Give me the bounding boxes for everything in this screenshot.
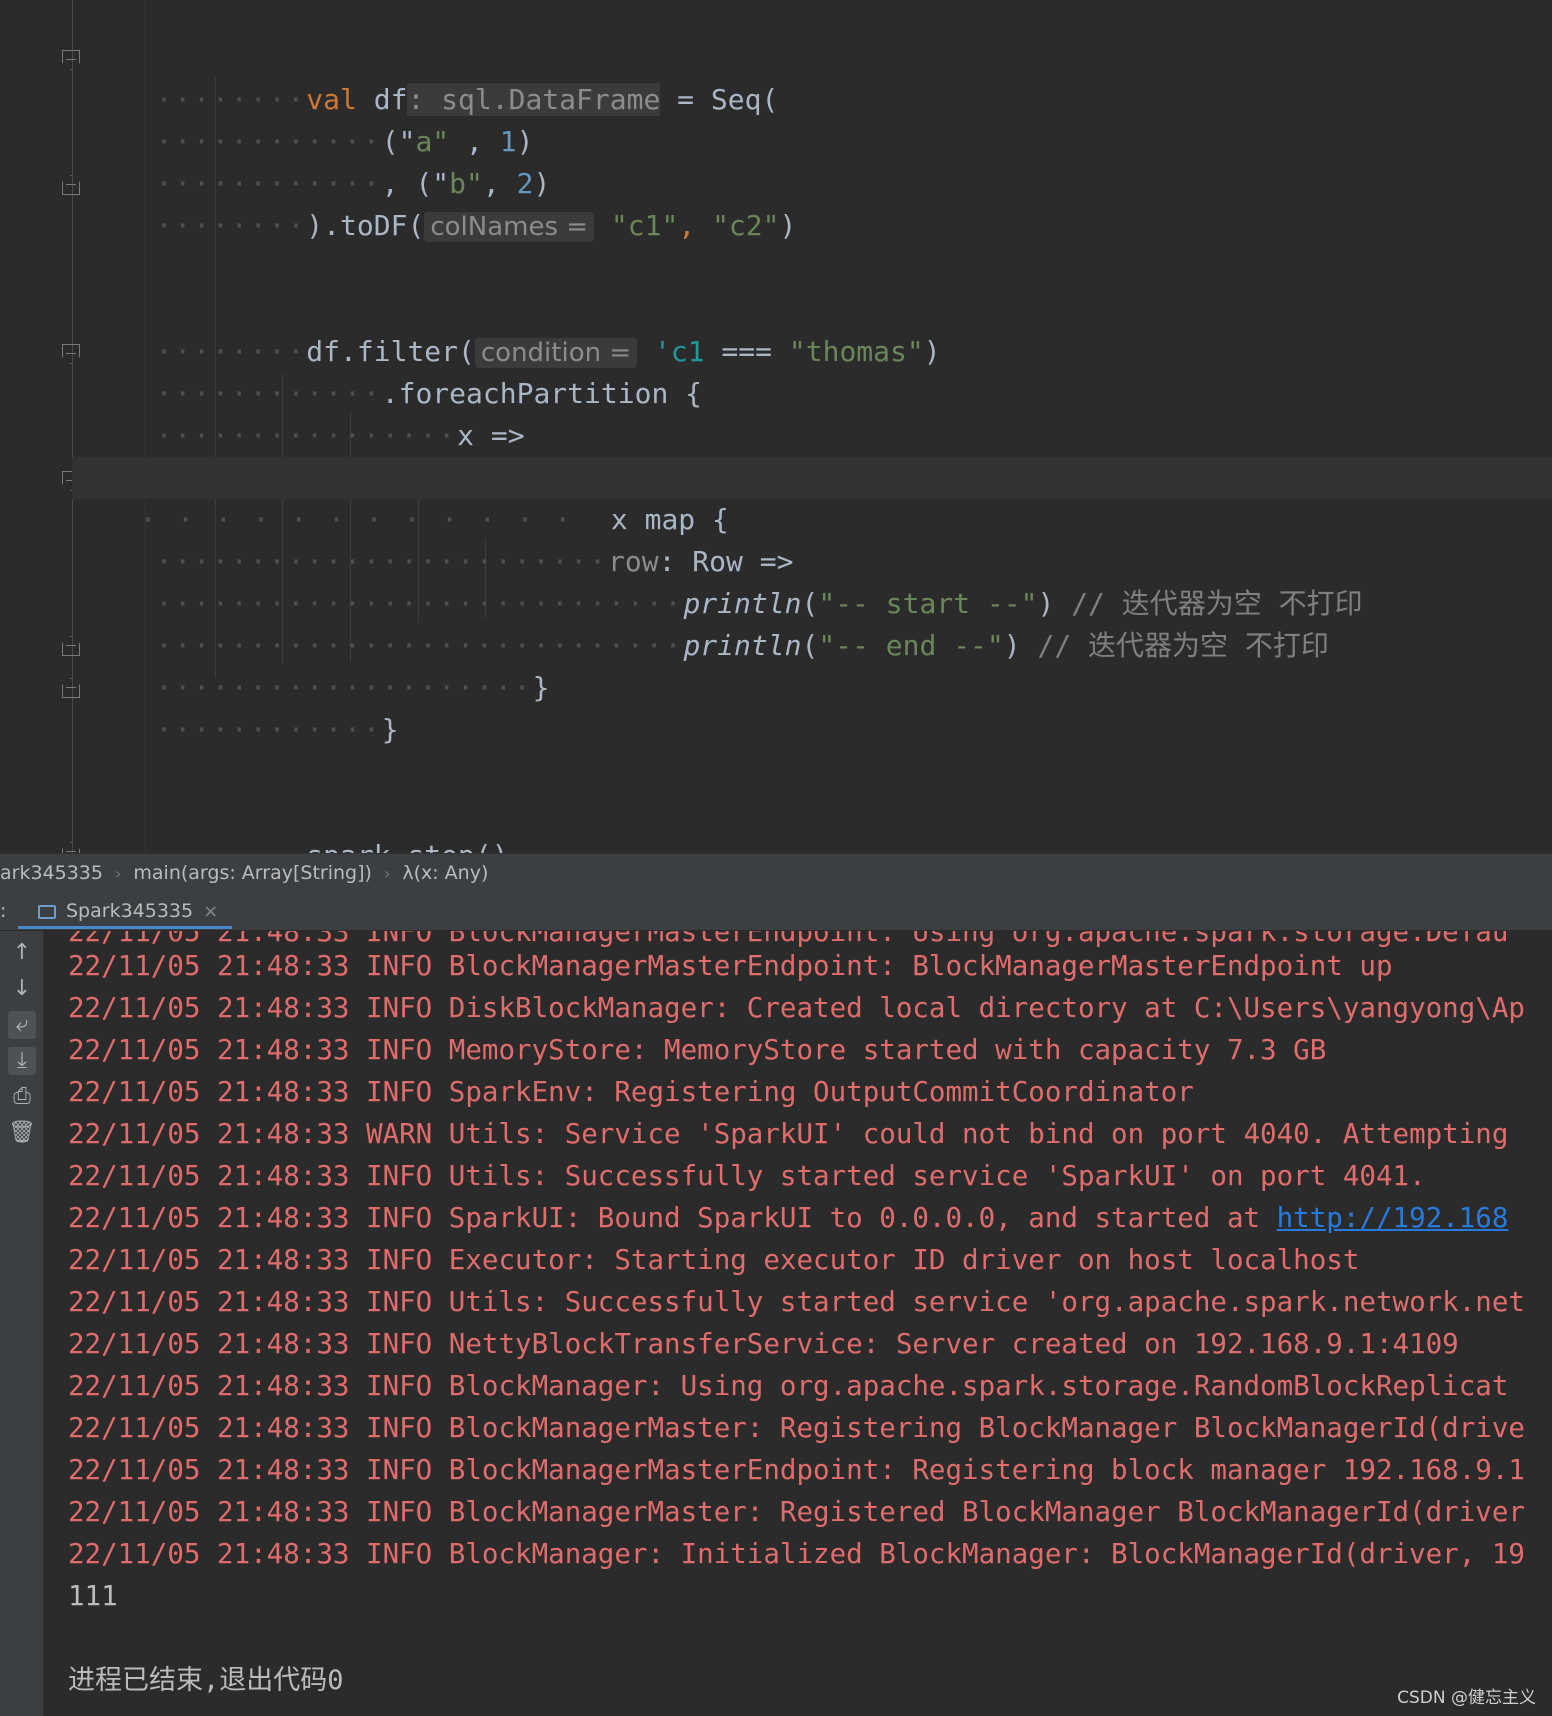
log-text: 22/11/05 21:48:33 INFO SparkUI: Bound Sp… (68, 1202, 1277, 1234)
fold-close-icon[interactable] (62, 678, 80, 698)
tab-spark345335[interactable]: Spark345335 × (18, 893, 233, 929)
fold-close-icon[interactable] (62, 636, 80, 656)
fold-open-icon[interactable] (62, 344, 80, 364)
fold-close-icon[interactable] (62, 842, 80, 853)
code-token: "c1" (610, 209, 679, 242)
log-line: 22/11/05 21:48:33 INFO Executor: Startin… (68, 1244, 1360, 1276)
code-line: ········).toDF(colNames = "c1", "c2") (88, 163, 796, 242)
breadcrumb-item-lambda[interactable]: λ(x: Any) (402, 854, 488, 892)
code-line: ····} (88, 835, 248, 853)
code-tokens: spark.stop() (306, 839, 508, 853)
chevron-right-icon: › (115, 864, 122, 883)
code-tokens: ).toDF(colNames = "c1", "c2") (306, 209, 796, 242)
code-line: ····························println("-- … (88, 541, 1362, 620)
whitespace-dots: ············ (155, 713, 382, 746)
run-tab-bar: : Spark345335 × (0, 893, 1552, 931)
code-token: ) (779, 209, 797, 242)
code-token: , (678, 209, 713, 242)
log-line: 22/11/05 21:48:33 INFO Utils: Successful… (68, 1286, 1525, 1318)
code-token: ) (1003, 629, 1038, 662)
log-line: 22/11/05 21:48:33 INFO BlockManager: Usi… (68, 1370, 1509, 1402)
log-line: 22/11/05 21:48:33 INFO DiskBlockManager:… (68, 992, 1525, 1024)
breadcrumb-item-class[interactable]: ark345335 (0, 854, 103, 892)
trash-icon[interactable]: 🗑 (8, 1119, 36, 1147)
breadcrumb-item-method[interactable]: main(args: Array[String]) (133, 854, 372, 892)
stdout-line: 111 (68, 1580, 118, 1612)
code-line: ········spark.stop() (88, 793, 508, 853)
console-toolbar: ↑ ↓ ⤶ ⤓ ⎙ 🗑 (0, 931, 44, 1716)
scroll-to-end-icon[interactable]: ⤓ (8, 1047, 36, 1075)
chevron-right-icon: › (383, 864, 391, 883)
console-output[interactable]: ↑ ↓ ⤶ ⤓ ⎙ 🗑 22/11/05 21:48:33 INFO Block… (0, 931, 1552, 1716)
code-token: ( (801, 629, 819, 662)
code-line: ········val df: sql.DataFrame = Seq( (88, 37, 778, 116)
gutter-separator (72, 0, 73, 853)
code-token: ).toDF( (306, 209, 425, 242)
code-token: === (704, 335, 789, 368)
code-token: } (381, 713, 399, 746)
code-token: // 迭代器为空 不打印 (1037, 629, 1329, 662)
log-line: 22/11/05 21:48:33 INFO BlockManagerMaste… (68, 950, 1393, 982)
code-tokens: } (382, 713, 399, 746)
soft-wrap-icon[interactable]: ⤶ (8, 1011, 36, 1039)
code-line-current: · · · · · · · · · · · · x map { (72, 457, 1552, 536)
fold-close-icon[interactable] (62, 175, 80, 195)
code-token: "-- end --" (818, 629, 1004, 662)
code-line: ················x => (88, 373, 524, 452)
log-line: 22/11/05 21:48:33 INFO BlockManager: Ini… (68, 1538, 1525, 1570)
log-line: 22/11/05 21:48:33 INFO SparkEnv: Registe… (68, 1076, 1194, 1108)
code-token: colNames = (424, 212, 595, 242)
code-token: spark.stop() (306, 839, 508, 853)
print-icon[interactable]: ⎙ (8, 1083, 36, 1111)
code-token: } (532, 671, 550, 704)
log-line: 22/11/05 21:48:33 INFO BlockManagerMaste… (68, 1454, 1525, 1486)
code-line: ············, ("b", 2) (88, 121, 550, 200)
sparkui-link[interactable]: http://192.168 (1277, 1202, 1509, 1234)
code-line: ························row: Row => (88, 499, 793, 578)
code-line: ····················println(111) // 打印 (88, 415, 858, 494)
log-line: 22/11/05 21:48:33 INFO BlockManagerMaste… (68, 1412, 1525, 1444)
fold-open-icon[interactable] (62, 50, 80, 70)
tab-label: Spark345335 (66, 900, 194, 922)
watermark: CSDN @健忘主义 (1397, 1688, 1536, 1708)
exit-message: 进程已结束,退出代码0 (68, 1665, 344, 1696)
log-line: 22/11/05 21:48:33 INFO MemoryStore: Memo… (68, 1034, 1327, 1066)
log-line: 22/11/05 21:48:33 INFO SparkUI: Bound Sp… (68, 1197, 1508, 1239)
code-token: ) (923, 335, 941, 368)
log-line: 22/11/05 21:48:33 INFO Utils: Successful… (68, 1160, 1426, 1192)
code-line: ····················} (88, 625, 549, 704)
close-icon[interactable]: × (203, 901, 218, 922)
whitespace-dots: ········ (155, 209, 307, 242)
code-tokens: println("-- end --") // 迭代器为空 不打印 (683, 629, 1328, 662)
code-token: println (683, 629, 802, 662)
arrow-up-icon[interactable]: ↑ (8, 939, 36, 967)
breadcrumb: ark345335 › main(args: Array[String]) › λ(x:… (0, 853, 1552, 893)
log-line-warn: 22/11/05 21:48:33 WARN Utils: Service 'S… (68, 1118, 1509, 1150)
code-editor[interactable]: ········val df: sql.DataFrame = Seq( ···… (0, 0, 1552, 853)
run-config-icon (38, 904, 56, 919)
log-line: 22/11/05 21:48:33 INFO NettyBlockTransfe… (68, 1328, 1459, 1360)
log-line: 22/11/05 21:48:33 INFO BlockManagerMaste… (68, 1496, 1525, 1528)
code-line: ············.foreachPartition { (88, 331, 702, 410)
code-token: "thomas" (788, 335, 924, 368)
run-panel-label: : (0, 900, 7, 922)
code-line: ············} (88, 667, 398, 746)
code-line: ············("a" , 1) (88, 79, 533, 158)
code-line: ····························println("-- … (88, 583, 1328, 662)
code-line: ········df.filter(condition = 'c1 === "t… (88, 289, 941, 368)
arrow-down-icon[interactable]: ↓ (8, 975, 36, 1003)
code-token: "c2" (712, 209, 780, 242)
code-token: = Seq( (660, 83, 779, 116)
code-tokens: } (533, 671, 550, 704)
